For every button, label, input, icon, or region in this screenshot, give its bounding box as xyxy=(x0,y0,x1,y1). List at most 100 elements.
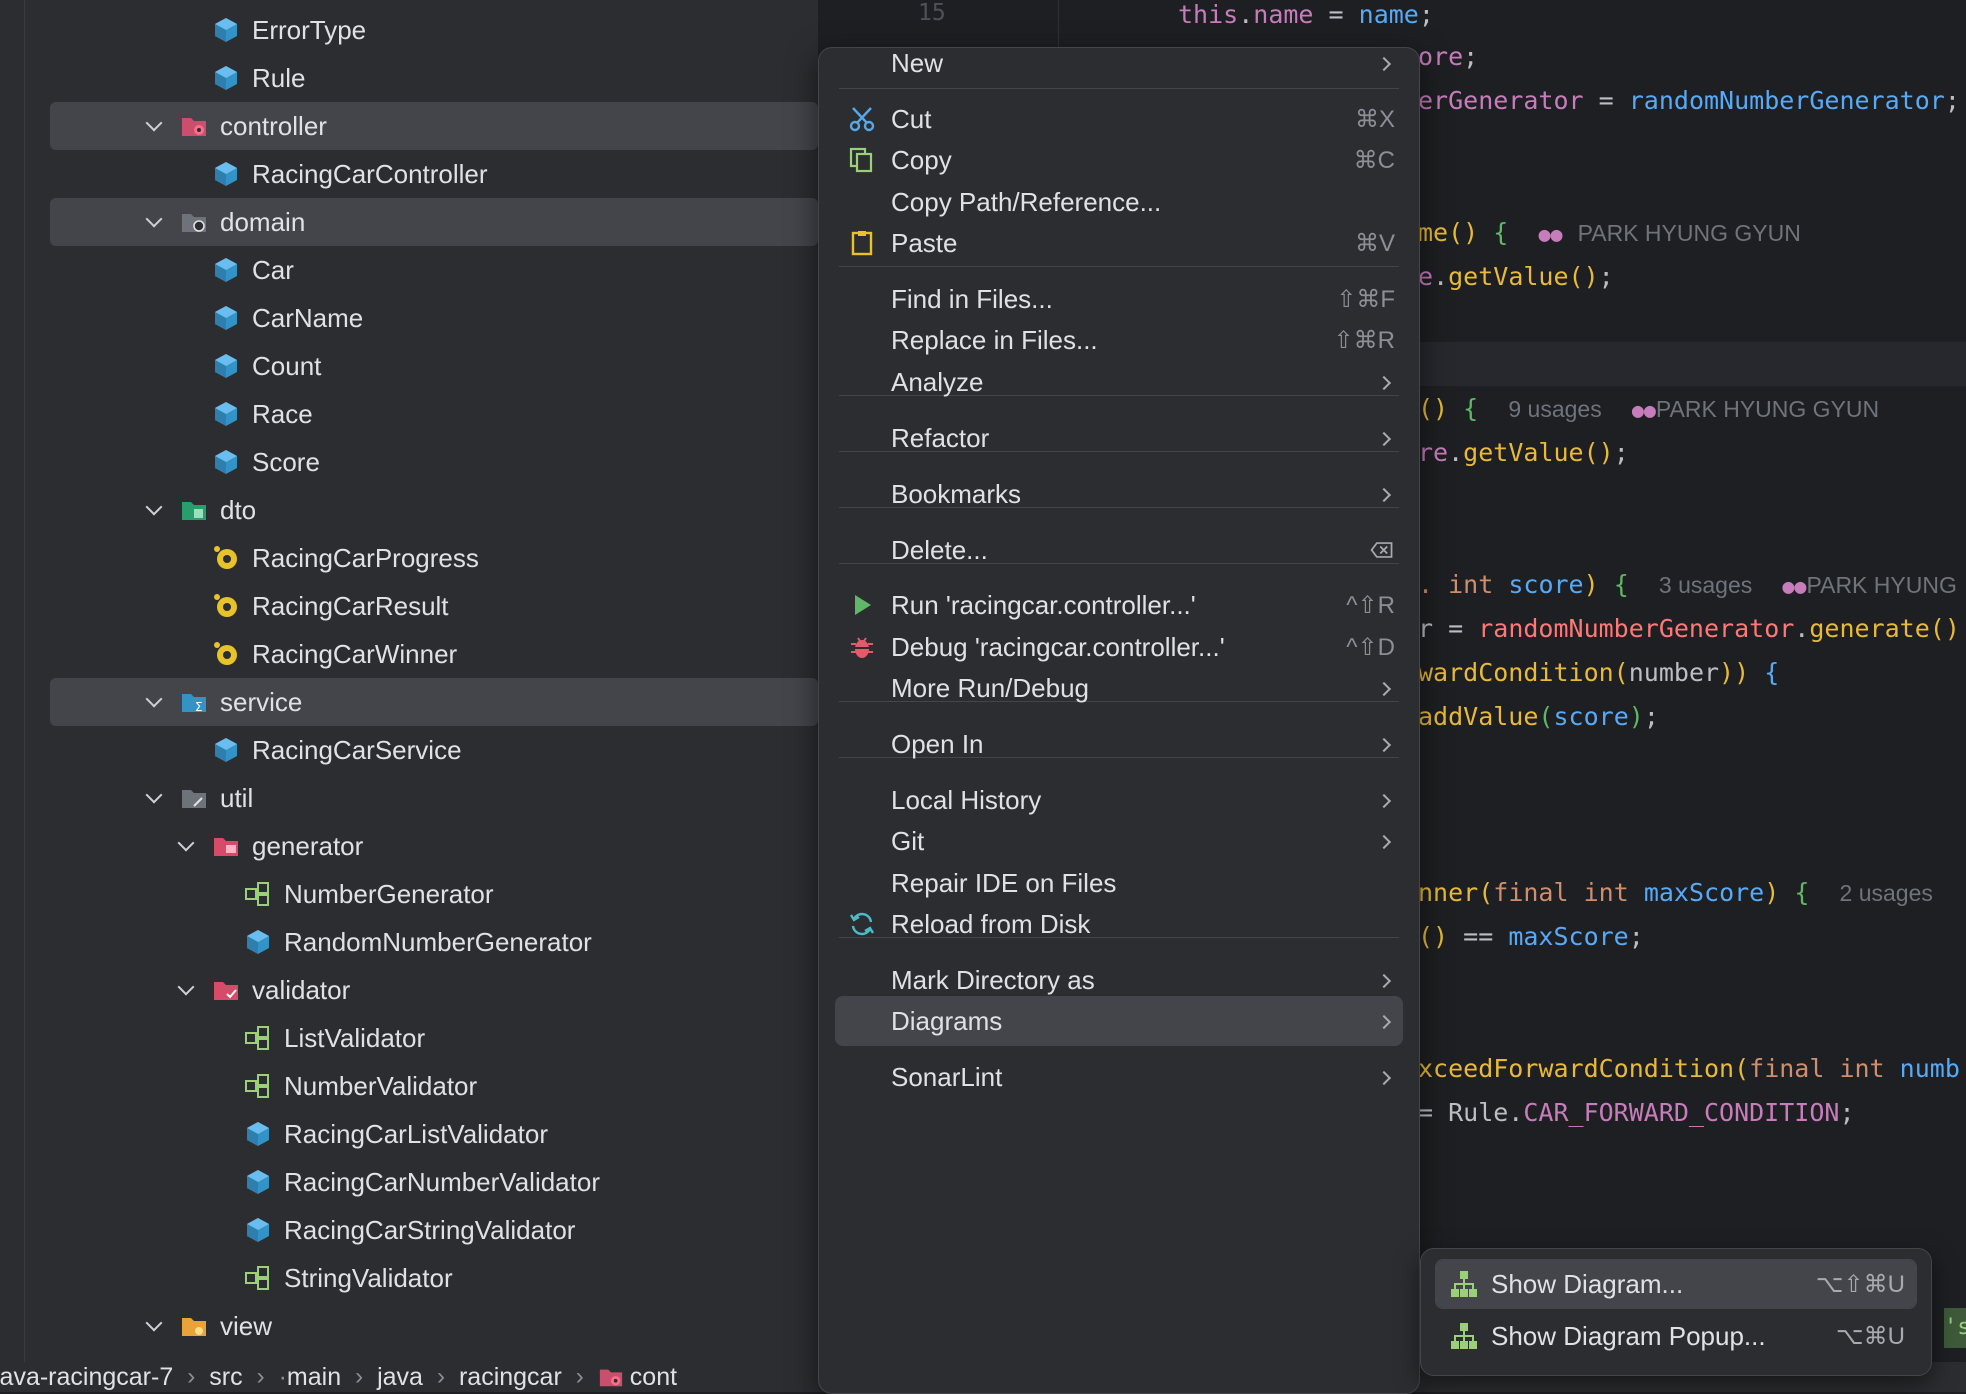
show-diagram-popup-item[interactable]: Show Diagram Popup... ⌥⌘U xyxy=(1435,1311,1917,1361)
tree-item-racingcarwinner[interactable]: RacingCarWinner xyxy=(50,630,818,678)
chevron-down-icon[interactable] xyxy=(176,835,198,857)
code-line: nner(final int maxScore) { 2 usages xyxy=(1418,878,1933,907)
tree-item-label: RandomNumberGenerator xyxy=(284,926,592,957)
menu-item-delete[interactable]: Delete... xyxy=(835,525,1403,575)
tree-item-racingcarlistvalidator[interactable]: RacingCarListValidator xyxy=(50,1110,818,1158)
breadcrumb-item[interactable]: java-racingcar-7 xyxy=(0,1363,173,1392)
usages-hint[interactable]: 2 usages xyxy=(1840,880,1933,906)
code-line: re.getValue(); xyxy=(1418,438,1629,467)
menu-item-diagrams[interactable]: Diagrams xyxy=(835,996,1403,1046)
menu-item-reload-from-disk[interactable]: Reload from Disk xyxy=(835,899,1403,949)
tree-item-score[interactable]: Score xyxy=(50,438,818,486)
tree-item-domain[interactable]: domain xyxy=(50,198,818,246)
tree-item-view[interactable]: view xyxy=(50,1302,818,1350)
shortcut-hint: ⌘C xyxy=(1353,146,1395,174)
tree-item-errortype[interactable]: ErrorType xyxy=(50,6,818,54)
code-line: r = randomNumberGenerator.generate() xyxy=(1418,614,1960,643)
class-icon xyxy=(212,16,240,44)
chevron-right-icon xyxy=(1379,57,1391,69)
tool-window-strip xyxy=(0,0,25,1362)
tree-item-dto[interactable]: dto xyxy=(50,486,818,534)
tree-item-count[interactable]: Count xyxy=(50,342,818,390)
domain-folder-icon xyxy=(180,208,208,236)
usages-hint[interactable]: 9 usages xyxy=(1508,396,1601,422)
menu-item-more-run-debug[interactable]: More Run/Debug xyxy=(835,663,1403,713)
breadcrumb: java-racingcar-7 › src › · main › java › racingc… xyxy=(0,1363,677,1392)
class-icon xyxy=(212,304,240,332)
tree-item-racingcarstringvalidator[interactable]: RacingCarStringValidator xyxy=(50,1206,818,1254)
tree-item-rule[interactable]: Rule xyxy=(50,54,818,102)
diagrams-submenu[interactable]: Show Diagram... ⌥⇧⌘U Show Diagram Popup...… xyxy=(1420,1248,1932,1376)
tree-item-label: dto xyxy=(220,494,257,525)
menu-item-label: Copy xyxy=(891,144,952,175)
context-menu[interactable]: New Cut ⌘X Copy ⌘C Copy Path/Reference... Past… xyxy=(818,47,1420,1394)
menu-item-label: Paste xyxy=(891,227,958,258)
tree-item-listvalidator[interactable]: ListValidator xyxy=(50,1014,818,1062)
shortcut-hint: ⌥⌘U xyxy=(1836,1322,1905,1350)
usages-hint[interactable]: 3 usages xyxy=(1659,572,1752,598)
tree-item-label: RacingCarListValidator xyxy=(284,1118,548,1149)
menu-item-analyze[interactable]: Analyze xyxy=(835,357,1403,407)
svg-text:Σ: Σ xyxy=(195,700,203,714)
chevron-down-icon[interactable] xyxy=(144,691,166,713)
code-line: xceedForwardCondition(final int numb xyxy=(1418,1054,1960,1083)
author-hint: PARK HYUNG xyxy=(1806,572,1957,598)
chevron-right-icon: › xyxy=(575,1363,584,1390)
tree-item-validator[interactable]: validator xyxy=(50,966,818,1014)
tree-item-racingcarnumbervalidator[interactable]: RacingCarNumberValidator xyxy=(50,1158,818,1206)
chevron-right-icon xyxy=(1379,488,1391,500)
tree-item-util[interactable]: util xyxy=(50,774,818,822)
breadcrumb-item[interactable]: java xyxy=(377,1363,423,1392)
tree-item-service[interactable]: Σservice xyxy=(50,678,818,726)
chevron-down-icon[interactable] xyxy=(176,979,198,1001)
author-hint: PARK HYUNG GYUN xyxy=(1655,396,1880,422)
diagram-icon xyxy=(1449,1321,1479,1351)
tree-item-numbervalidator[interactable]: NumberValidator xyxy=(50,1062,818,1110)
chevron-down-icon[interactable] xyxy=(144,1315,166,1337)
tree-item-label: NumberValidator xyxy=(284,1070,478,1101)
tree-item-controller[interactable]: controller xyxy=(50,102,818,150)
menu-item-open-in[interactable]: Open In xyxy=(835,719,1403,769)
chevron-down-icon[interactable] xyxy=(144,115,166,137)
breadcrumb-item[interactable]: main xyxy=(287,1363,341,1392)
chevron-down-icon[interactable] xyxy=(144,499,166,521)
menu-item-label: Find in Files... xyxy=(891,283,1053,314)
tree-item-label: domain xyxy=(220,206,306,237)
menu-item-bookmarks[interactable]: Bookmarks xyxy=(835,469,1403,519)
tree-item-racingcarservice[interactable]: RacingCarService xyxy=(50,726,818,774)
tree-item-numbergenerator[interactable]: NumberGenerator xyxy=(50,870,818,918)
menu-item-sonarlint[interactable]: SonarLint xyxy=(835,1052,1403,1102)
tree-item-carname[interactable]: CarName xyxy=(50,294,818,342)
tree-item-car[interactable]: Car xyxy=(50,246,818,294)
interface-icon xyxy=(244,1024,272,1052)
tree-item-racingcarprogress[interactable]: RacingCarProgress xyxy=(50,534,818,582)
tree-item-generator[interactable]: generator xyxy=(50,822,818,870)
class-icon xyxy=(244,1120,272,1148)
tree-item-racingcarresult[interactable]: RacingCarResult xyxy=(50,582,818,630)
tree-item-label: CarName xyxy=(252,302,364,333)
chevron-right-icon xyxy=(1379,835,1391,847)
code-line: ore; xyxy=(1418,42,1479,71)
tree-item-randomnumbergenerator[interactable]: RandomNumberGenerator xyxy=(50,918,818,966)
class-icon xyxy=(212,160,240,188)
chevron-down-icon[interactable] xyxy=(144,211,166,233)
menu-item-label: Mark Directory as xyxy=(891,964,1095,995)
chevron-right-icon: › xyxy=(355,1363,364,1390)
menu-item-label: Replace in Files... xyxy=(891,324,1098,355)
chevron-right-icon xyxy=(1379,1015,1391,1027)
record-icon xyxy=(212,592,240,620)
tree-item-stringvalidator[interactable]: StringValidator xyxy=(50,1254,818,1302)
menu-item-paste[interactable]: Paste ⌘V xyxy=(835,218,1403,268)
breadcrumb-item[interactable]: cont xyxy=(630,1363,677,1392)
record-icon xyxy=(212,640,240,668)
util-folder-icon xyxy=(180,784,208,812)
breadcrumb-item[interactable]: racingcar xyxy=(459,1363,562,1392)
tree-item-race[interactable]: Race xyxy=(50,390,818,438)
interface-icon xyxy=(244,1072,272,1100)
menu-item-new[interactable]: New xyxy=(835,48,1403,88)
tree-item-racingcarcontroller[interactable]: RacingCarController xyxy=(50,150,818,198)
breadcrumb-item[interactable]: src xyxy=(209,1363,242,1392)
chevron-down-icon[interactable] xyxy=(144,787,166,809)
menu-item-refactor[interactable]: Refactor xyxy=(835,413,1403,463)
show-diagram-item[interactable]: Show Diagram... ⌥⇧⌘U xyxy=(1435,1259,1917,1309)
